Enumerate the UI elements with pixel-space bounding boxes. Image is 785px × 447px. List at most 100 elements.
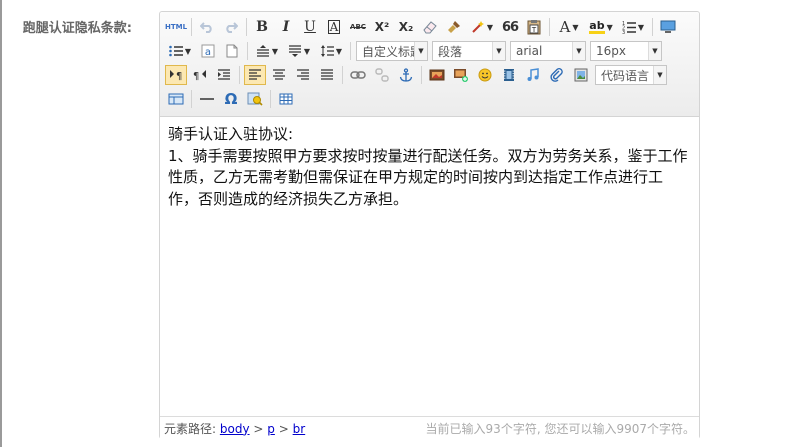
auto-format-button[interactable]: ▼ <box>467 17 497 37</box>
align-center-icon <box>273 69 285 80</box>
redo-button[interactable] <box>220 17 242 37</box>
forecolor-button[interactable]: A ▼ <box>554 17 584 37</box>
toolbar-separator <box>239 66 240 84</box>
italic-button[interactable]: I <box>275 17 297 37</box>
toolbar-separator <box>191 90 192 108</box>
insert-frame-button[interactable] <box>570 65 592 85</box>
align-justify-button[interactable] <box>316 65 338 85</box>
template-button[interactable] <box>165 89 187 109</box>
row-spacing-top-button[interactable]: ▼ <box>252 41 282 61</box>
svg-text:3: 3 <box>622 30 625 34</box>
custom-heading-select[interactable]: 自定义标题 ▼ <box>356 41 428 61</box>
editor-toolbar: HTML B I U A ABC X² X₂ ▼ 66 T A ▼ ab ▼ 1… <box>160 12 699 117</box>
insert-table-button[interactable] <box>275 89 297 109</box>
align-center-button[interactable] <box>268 65 290 85</box>
fontborder-icon: A <box>327 20 341 34</box>
paste-plain-button[interactable]: T <box>523 17 545 37</box>
direction-ltr-button[interactable]: ¶ <box>165 65 187 85</box>
omega-icon: Ω <box>224 90 238 108</box>
chevron-down-icon: ▼ <box>648 42 661 60</box>
line-height-button[interactable]: ▼ <box>316 41 346 61</box>
toolbar-separator <box>652 18 653 36</box>
special-chars-button[interactable]: Ω <box>220 89 242 109</box>
unlink-button[interactable] <box>371 65 393 85</box>
font-family-value: arial <box>516 44 543 58</box>
toolbar-separator <box>247 42 248 60</box>
new-document-button[interactable] <box>221 41 243 61</box>
html-source-icon: HTML <box>164 23 188 31</box>
toolbar-row-2: ▼ a ▼ ▼ ▼ 自定义标题 ▼ <box>164 40 664 62</box>
attachment-button[interactable] <box>546 65 568 85</box>
paragraph-format-value: 段落 <box>438 44 463 59</box>
strikethrough-button[interactable]: ABC <box>347 17 369 37</box>
insert-video-button[interactable] <box>498 65 520 85</box>
fullscreen-button[interactable] <box>657 17 679 37</box>
source-html-button[interactable]: HTML <box>165 17 187 37</box>
insert-multi-image-button[interactable] <box>450 65 472 85</box>
element-path: 元素路径: body > p > br <box>160 420 305 437</box>
word-count: 当前已输入93个字符, 您还可以输入9907个字符。 <box>425 421 695 436</box>
ordered-list-icon: 123 <box>622 21 636 34</box>
indent-button[interactable] <box>213 65 235 85</box>
italic-icon: I <box>282 19 290 35</box>
font-size-select[interactable]: 16px ▼ <box>590 41 662 61</box>
bold-button[interactable]: B <box>251 17 273 37</box>
anchor-button[interactable] <box>395 65 417 85</box>
element-path-label: 元素路径: <box>164 421 217 436</box>
blockquote-button[interactable]: 66 <box>499 17 521 37</box>
font-family-select[interactable]: arial ▼ <box>510 41 586 61</box>
chevron-down-icon: ▼ <box>572 42 585 60</box>
word-image-button[interactable]: a <box>197 41 219 61</box>
align-right-button[interactable] <box>292 65 314 85</box>
svg-text:¶: ¶ <box>176 71 182 81</box>
anchor-icon <box>399 68 413 82</box>
path-link-br[interactable]: br <box>293 422 306 436</box>
chevron-down-icon: ▼ <box>653 66 666 84</box>
search-replace-button[interactable] <box>244 89 266 109</box>
chevron-down-icon: ▼ <box>271 46 279 56</box>
align-left-button[interactable] <box>244 65 266 85</box>
svg-text:¶: ¶ <box>193 71 199 81</box>
unordered-list-button[interactable]: ▼ <box>165 41 195 61</box>
toolbar-row-3: ¶ ¶ 代码语言 ▼ <box>164 64 669 86</box>
svg-text:a: a <box>205 47 211 58</box>
format-painter-button[interactable] <box>443 17 465 37</box>
superscript-icon: X² <box>374 20 390 34</box>
underline-button[interactable]: U <box>299 17 321 37</box>
ordered-list-button[interactable]: 123 ▼ <box>618 17 648 37</box>
search-replace-icon <box>247 92 263 106</box>
bold-icon: B <box>256 19 268 35</box>
font-color-icon: A <box>559 18 571 36</box>
subscript-button[interactable]: X₂ <box>395 17 417 37</box>
insert-music-button[interactable] <box>522 65 544 85</box>
film-icon <box>504 69 514 81</box>
insert-image-button[interactable] <box>426 65 448 85</box>
eraser-icon <box>423 21 437 34</box>
superscript-button[interactable]: X² <box>371 17 393 37</box>
insert-link-button[interactable] <box>347 65 369 85</box>
editor-content[interactable]: 骑手认证入驻协议: 1、骑手需要按照甲方要求按时按量进行配送任务。双方为劳务关系… <box>168 124 690 210</box>
monitor-icon <box>660 20 676 33</box>
code-language-select[interactable]: 代码语言 ▼ <box>595 65 667 85</box>
spacing-bottom-icon <box>288 45 301 57</box>
path-link-body[interactable]: body <box>220 422 250 436</box>
backcolor-button[interactable]: ab ▼ <box>586 17 616 37</box>
highlight-color-icon: ab <box>589 19 605 34</box>
paperclip-icon <box>550 68 563 82</box>
quote-icon: 66 <box>501 19 519 35</box>
emotion-button[interactable] <box>474 65 496 85</box>
fontborder-button[interactable]: A <box>323 17 345 37</box>
undo-button[interactable] <box>196 17 218 37</box>
chevron-down-icon: ▼ <box>335 46 343 56</box>
music-note-icon <box>527 68 539 81</box>
path-link-p[interactable]: p <box>267 422 275 436</box>
eraser-button[interactable] <box>419 17 441 37</box>
paragraph-format-select[interactable]: 段落 ▼ <box>432 41 506 61</box>
horizontal-rule-button[interactable] <box>196 89 218 109</box>
horizontal-line-icon <box>200 98 214 100</box>
row-spacing-bottom-button[interactable]: ▼ <box>284 41 314 61</box>
direction-rtl-button[interactable]: ¶ <box>189 65 211 85</box>
toolbar-separator <box>342 66 343 84</box>
font-size-value: 16px <box>596 44 626 58</box>
toolbar-separator <box>350 42 351 60</box>
